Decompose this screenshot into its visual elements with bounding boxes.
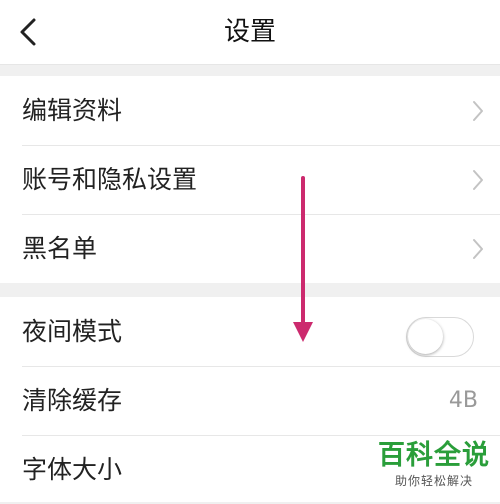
watermark-brand: 百科全说 [378,440,490,471]
row-label: 夜间模式 [22,317,123,346]
blacklist-row[interactable]: 黑名单 [0,214,500,283]
cache-size-value: 4B [448,388,478,413]
row-label: 清除缓存 [22,386,123,415]
row-label: 编辑资料 [22,96,123,125]
clear-cache-row[interactable]: 清除缓存 4B [0,366,500,435]
chevron-right-icon [473,170,483,190]
settings-group-account: 编辑资料 账号和隐私设置 黑名单 [0,76,500,283]
watermark-slogan: 助你轻松解决 [394,474,473,488]
edit-profile-row[interactable]: 编辑资料 [0,76,500,145]
header-bar: 设置 [0,0,500,65]
chevron-right-icon [473,101,483,121]
night-mode-toggle[interactable] [406,317,474,357]
row-label: 字体大小 [22,455,123,484]
account-privacy-row[interactable]: 账号和隐私设置 [0,145,500,214]
page-title: 设置 [223,17,276,47]
watermark-logo: 百科全说 助你轻松解决 [376,440,492,494]
toggle-knob [408,319,443,354]
chevron-right-icon [473,239,483,259]
arrow-down-icon [293,176,313,342]
row-label: 黑名单 [22,234,98,263]
row-label: 账号和隐私设置 [22,165,198,194]
night-mode-row: 夜间模式 [0,297,500,366]
